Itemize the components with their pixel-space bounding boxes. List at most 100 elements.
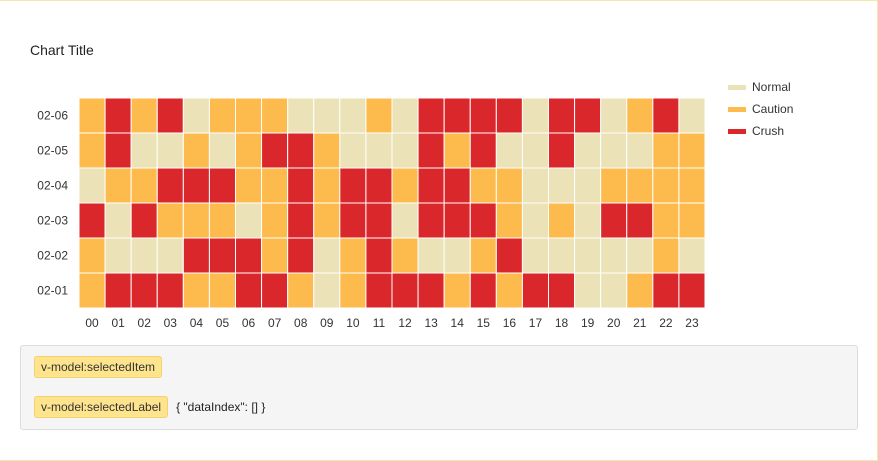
heatmap-cell-02-04-23[interactable] — [678, 167, 706, 204]
heatmap-cell-02-03-08[interactable] — [287, 202, 315, 239]
heatmap-cell-02-01-13[interactable] — [417, 272, 445, 309]
heatmap-cell-02-03-01[interactable] — [104, 202, 132, 239]
heatmap-cell-02-01-04[interactable] — [182, 272, 210, 309]
heatmap-cell-02-04-19[interactable] — [574, 167, 602, 204]
heatmap-cell-02-03-23[interactable] — [678, 202, 706, 239]
heatmap-cell-02-04-04[interactable] — [182, 167, 210, 204]
heatmap-cell-02-03-07[interactable] — [261, 202, 289, 239]
heatmap-cell-02-01-18[interactable] — [548, 272, 576, 309]
heatmap-cell-02-06-07[interactable] — [261, 97, 289, 134]
heatmap-cell-02-04-10[interactable] — [339, 167, 367, 204]
heatmap-cell-02-05-05[interactable] — [208, 132, 237, 169]
heatmap-cell-02-06-09[interactable] — [313, 97, 341, 134]
heatmap-cell-02-05-07[interactable] — [261, 132, 289, 169]
heatmap-cell-02-02-12[interactable] — [391, 237, 419, 274]
heatmap-cell-02-01-23[interactable] — [678, 272, 706, 309]
heatmap-cell-02-05-14[interactable] — [443, 132, 471, 169]
heatmap-cell-02-06-03[interactable] — [156, 97, 184, 134]
heatmap-cell-02-05-20[interactable] — [600, 132, 628, 169]
heatmap-cell-02-05-21[interactable] — [626, 132, 654, 169]
heatmap-cell-02-04-17[interactable] — [521, 167, 550, 204]
heatmap-cell-02-06-01[interactable] — [104, 97, 132, 134]
heatmap-cell-02-05-04[interactable] — [182, 132, 210, 169]
heatmap-cell-02-06-02[interactable] — [130, 97, 158, 134]
heatmap-cell-02-04-07[interactable] — [261, 167, 289, 204]
heatmap-cell-02-01-10[interactable] — [339, 272, 367, 309]
heatmap-cell-02-05-13[interactable] — [417, 132, 445, 169]
heatmap-cell-02-05-15[interactable] — [469, 132, 497, 169]
heatmap-cell-02-01-11[interactable] — [365, 272, 393, 309]
heatmap-cell-02-05-22[interactable] — [652, 132, 680, 169]
heatmap-cell-02-03-21[interactable] — [626, 202, 654, 239]
heatmap-cell-02-02-09[interactable] — [313, 237, 341, 274]
heatmap-cell-02-01-16[interactable] — [495, 272, 523, 309]
heatmap-cell-02-02-03[interactable] — [156, 237, 184, 274]
heatmap-cell-02-01-22[interactable] — [652, 272, 680, 309]
heatmap-cell-02-01-00[interactable] — [78, 272, 106, 309]
heatmap-cell-02-04-21[interactable] — [626, 167, 654, 204]
heatmap-cell-02-02-22[interactable] — [652, 237, 680, 274]
heatmap-cell-02-04-22[interactable] — [652, 167, 680, 204]
heatmap-cell-02-04-20[interactable] — [600, 167, 628, 204]
heatmap-cell-02-01-08[interactable] — [287, 272, 315, 309]
heatmap-cell-02-03-12[interactable] — [391, 202, 419, 239]
heatmap-cell-02-04-02[interactable] — [130, 167, 158, 204]
heatmap-cell-02-06-10[interactable] — [339, 97, 367, 134]
heatmap-cell-02-05-16[interactable] — [495, 132, 523, 169]
heatmap-cell-02-03-16[interactable] — [495, 202, 523, 239]
heatmap-cell-02-03-19[interactable] — [574, 202, 602, 239]
heatmap-cell-02-04-12[interactable] — [391, 167, 419, 204]
heatmap-cell-02-03-00[interactable] — [78, 202, 106, 239]
heatmap-cell-02-03-11[interactable] — [365, 202, 393, 239]
heatmap-cell-02-05-10[interactable] — [339, 132, 367, 169]
heatmap-cell-02-03-04[interactable] — [182, 202, 210, 239]
heatmap-cell-02-02-10[interactable] — [339, 237, 367, 274]
heatmap-cell-02-01-06[interactable] — [235, 272, 263, 309]
heatmap-cell-02-02-18[interactable] — [548, 237, 576, 274]
heatmap-cell-02-03-20[interactable] — [600, 202, 628, 239]
heatmap-cell-02-06-00[interactable] — [78, 97, 106, 134]
legend-item-crush[interactable]: Crush — [728, 120, 793, 142]
heatmap-cell-02-02-02[interactable] — [130, 237, 158, 274]
heatmap-cell-02-02-05[interactable] — [208, 237, 237, 274]
heatmap-cell-02-06-20[interactable] — [600, 97, 628, 134]
heatmap-cell-02-01-07[interactable] — [261, 272, 289, 309]
heatmap-cell-02-02-08[interactable] — [287, 237, 315, 274]
heatmap-cell-02-05-08[interactable] — [287, 132, 315, 169]
heatmap-cell-02-02-07[interactable] — [261, 237, 289, 274]
heatmap-cell-02-06-18[interactable] — [548, 97, 576, 134]
heatmap-cell-02-05-19[interactable] — [574, 132, 602, 169]
heatmap-cell-02-01-17[interactable] — [521, 272, 550, 309]
heatmap-cell-02-04-09[interactable] — [313, 167, 341, 204]
heatmap-cell-02-05-00[interactable] — [78, 132, 106, 169]
heatmap-cell-02-03-22[interactable] — [652, 202, 680, 239]
heatmap-cell-02-02-14[interactable] — [443, 237, 471, 274]
heatmap-cell-02-05-23[interactable] — [678, 132, 706, 169]
heatmap-cell-02-02-06[interactable] — [235, 237, 263, 274]
heatmap-cell-02-06-13[interactable] — [417, 97, 445, 134]
heatmap-cell-02-06-06[interactable] — [235, 97, 263, 134]
heatmap-cell-02-02-04[interactable] — [182, 237, 210, 274]
heatmap-cell-02-01-03[interactable] — [156, 272, 184, 309]
heatmap-cell-02-04-05[interactable] — [208, 167, 237, 204]
heatmap-cell-02-02-11[interactable] — [365, 237, 393, 274]
heatmap-cell-02-05-02[interactable] — [130, 132, 158, 169]
heatmap-cell-02-03-03[interactable] — [156, 202, 184, 239]
heatmap-cell-02-01-14[interactable] — [443, 272, 471, 309]
heatmap-cell-02-05-12[interactable] — [391, 132, 419, 169]
heatmap-cell-02-02-21[interactable] — [626, 237, 654, 274]
heatmap-cell-02-06-11[interactable] — [365, 97, 393, 134]
heatmap-cell-02-03-15[interactable] — [469, 202, 497, 239]
heatmap-cell-02-01-02[interactable] — [130, 272, 158, 309]
heatmap-cell-02-03-13[interactable] — [417, 202, 445, 239]
heatmap-cell-02-06-22[interactable] — [652, 97, 680, 134]
heatmap-cell-02-06-12[interactable] — [391, 97, 419, 134]
heatmap-cell-02-02-17[interactable] — [521, 237, 550, 274]
heatmap-cell-02-06-14[interactable] — [443, 97, 471, 134]
heatmap-cell-02-01-19[interactable] — [574, 272, 602, 309]
heatmap-cell-02-03-02[interactable] — [130, 202, 158, 239]
heatmap-cell-02-02-01[interactable] — [104, 237, 132, 274]
heatmap-cell-02-03-18[interactable] — [548, 202, 576, 239]
heatmap-cell-02-02-23[interactable] — [678, 237, 706, 274]
heatmap-cell-02-05-18[interactable] — [548, 132, 576, 169]
